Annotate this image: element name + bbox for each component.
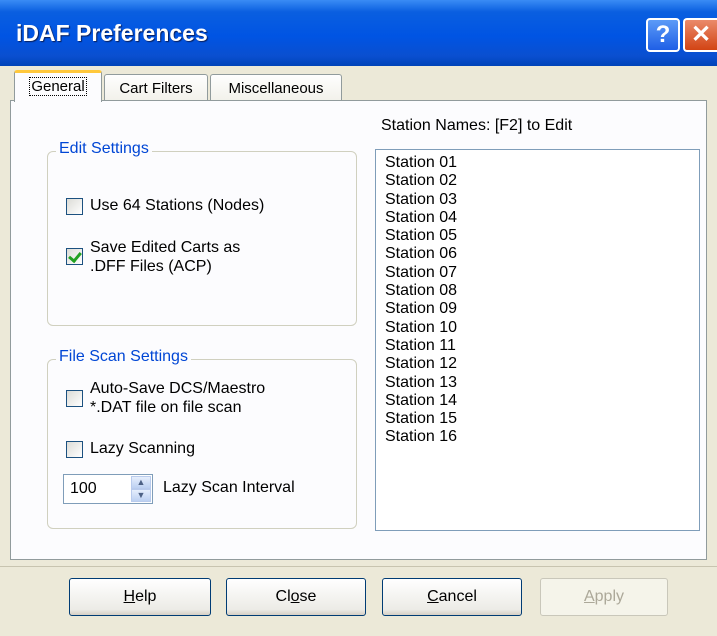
station-list-item[interactable]: Station 05 <box>376 227 699 245</box>
close-label-rest: se <box>299 588 317 605</box>
tab-general[interactable]: General <box>14 70 102 102</box>
help-button[interactable]: Help <box>69 578 211 616</box>
checkbox-box[interactable] <box>66 198 83 215</box>
station-list-item[interactable]: Station 15 <box>376 410 699 428</box>
spin-up-arrow-icon[interactable]: ▲ <box>131 476 151 489</box>
window-title: iDAF Preferences <box>16 20 208 46</box>
station-list-item[interactable]: Station 09 <box>376 300 699 318</box>
apply-mnemonic: A <box>583 588 595 605</box>
close-label-pre: Cl <box>275 588 291 605</box>
save-edited-carts-checkbox[interactable]: Save Edited Carts as .DFF Files (ACP) <box>66 238 346 278</box>
lazy-scanning-label: Lazy Scanning <box>90 440 195 457</box>
station-list-item[interactable]: Station 04 <box>376 209 699 227</box>
help-label-rest: elp <box>135 588 157 605</box>
apply-button[interactable]: Apply <box>540 578 668 616</box>
station-names-list[interactable]: Station 01 Station 02 Station 03 Station 04… <box>375 149 700 531</box>
cancel-mnemonic: C <box>427 588 439 605</box>
station-list-items: Station 01 Station 02 Station 03 Station 04… <box>376 154 699 447</box>
preferences-dialog: iDAF Preferences ? ✕ General Cart Filter… <box>0 0 717 636</box>
use-64-stations-checkbox[interactable]: Use 64 Stations (Nodes) <box>66 196 346 218</box>
close-button[interactable]: Close <box>226 578 366 616</box>
station-list-item[interactable]: Station 08 <box>376 282 699 300</box>
lazy-scan-interval-value[interactable]: 100 <box>70 480 97 498</box>
checkbox-checked-box[interactable] <box>66 248 83 265</box>
auto-save-label-line1: Auto-Save DCS/Maestro <box>90 380 266 397</box>
cancel-button[interactable]: Cancel <box>382 578 522 616</box>
checkbox-box[interactable] <box>66 441 83 458</box>
station-list-item[interactable]: Station 11 <box>376 337 699 355</box>
station-list-item[interactable]: Station 10 <box>376 319 699 337</box>
station-list-item[interactable]: Station 06 <box>376 245 699 263</box>
auto-save-label-line2: *.DAT file on file scan <box>90 399 242 416</box>
station-list-item[interactable]: Station 03 <box>376 191 699 209</box>
cancel-label-rest: ancel <box>438 588 477 605</box>
station-list-item[interactable]: Station 07 <box>376 264 699 282</box>
station-list-item[interactable]: Station 14 <box>376 392 699 410</box>
close-icon[interactable]: ✕ <box>683 18 717 52</box>
station-list-item[interactable]: Station 02 <box>376 172 699 190</box>
close-mnemonic: o <box>290 588 300 605</box>
auto-save-dcs-checkbox[interactable]: Auto-Save DCS/Maestro *.DAT file on file… <box>66 378 346 418</box>
tab-cart-filters[interactable]: Cart Filters <box>104 74 208 101</box>
checkbox-box[interactable] <box>66 390 83 407</box>
help-question-icon[interactable]: ? <box>646 18 680 52</box>
apply-label-rest: pply <box>594 588 625 605</box>
save-edited-label-line1: Save Edited Carts as <box>90 239 241 256</box>
tab-panel-general: Edit Settings Use 64 Stations (Nodes) Sa… <box>10 100 707 560</box>
station-list-item[interactable]: Station 16 <box>376 428 699 446</box>
file-scan-settings-legend: File Scan Settings <box>56 348 191 366</box>
title-bar[interactable]: iDAF Preferences ? ✕ <box>0 0 717 66</box>
lazy-scan-interval-spinner[interactable]: 100 ▲ ▼ <box>63 474 153 504</box>
divider <box>0 566 717 567</box>
tab-general-label: General <box>29 77 87 96</box>
station-names-caption: Station Names: [F2] to Edit <box>381 117 573 134</box>
spin-buttons: ▲ ▼ <box>131 476 151 502</box>
use-64-stations-label: Use 64 Stations (Nodes) <box>90 197 265 214</box>
lazy-scanning-checkbox[interactable]: Lazy Scanning <box>66 439 346 461</box>
tab-miscellaneous[interactable]: Miscellaneous <box>210 74 342 101</box>
station-list-item[interactable]: Station 13 <box>376 374 699 392</box>
help-mnemonic: H <box>123 588 136 605</box>
edit-settings-group: Edit Settings Use 64 Stations (Nodes) Sa… <box>47 140 357 326</box>
spin-down-arrow-icon[interactable]: ▼ <box>131 489 151 502</box>
lazy-scan-interval-label: Lazy Scan Interval <box>163 479 295 496</box>
station-list-item[interactable]: Station 12 <box>376 355 699 373</box>
station-list-item[interactable]: Station 01 <box>376 154 699 172</box>
save-edited-label-line2: .DFF Files (ACP) <box>90 258 212 275</box>
edit-settings-legend: Edit Settings <box>56 140 152 158</box>
